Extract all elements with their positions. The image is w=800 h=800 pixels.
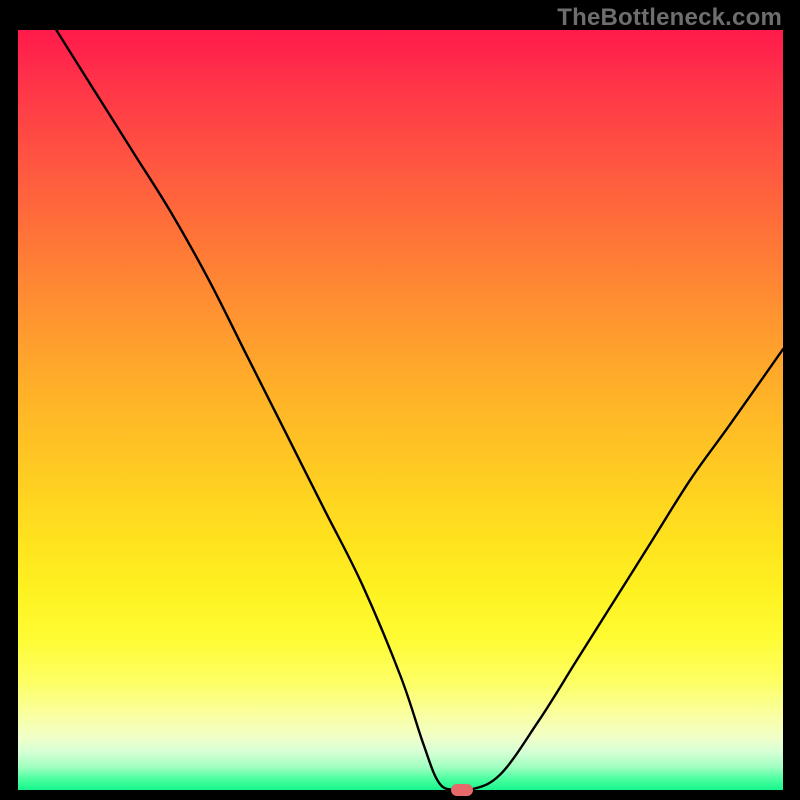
curve-svg <box>18 30 783 790</box>
bottleneck-curve <box>56 30 783 790</box>
plot-area <box>18 30 783 790</box>
watermark-text: TheBottleneck.com <box>557 4 782 32</box>
optimal-marker <box>451 784 473 796</box>
